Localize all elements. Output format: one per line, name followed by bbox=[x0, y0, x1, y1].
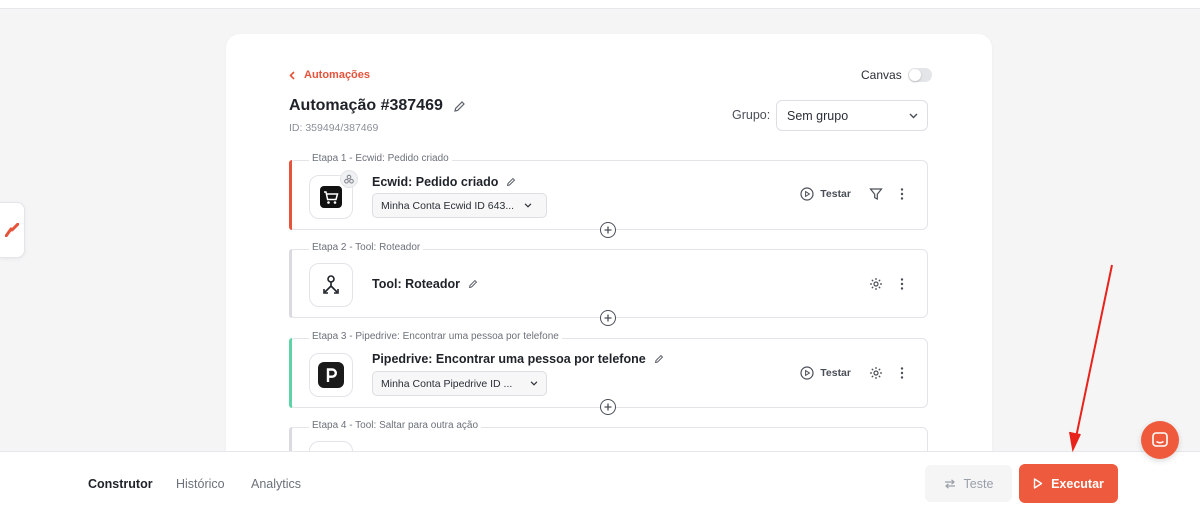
tab-historico[interactable]: Histórico bbox=[176, 477, 225, 491]
step-accent-bar bbox=[289, 160, 292, 230]
more-vertical-icon[interactable] bbox=[895, 187, 909, 201]
canvas-toggle-group: Canvas bbox=[861, 68, 932, 82]
pencil-icon[interactable] bbox=[468, 279, 478, 289]
side-panel-tab[interactable] bbox=[0, 202, 25, 258]
run-button[interactable]: Executar bbox=[1019, 464, 1118, 503]
back-to-automations-link[interactable]: Automações bbox=[289, 69, 370, 81]
test-step-button[interactable]: Testar bbox=[800, 187, 851, 201]
swap-arrows-icon bbox=[944, 478, 955, 489]
step-accent-bar bbox=[289, 249, 292, 318]
pencil-icon[interactable] bbox=[506, 177, 516, 187]
page-title: Automação #387469 bbox=[289, 97, 443, 114]
chevron-down-icon bbox=[524, 203, 532, 208]
group-select[interactable]: Sem grupo bbox=[776, 100, 928, 131]
plus-icon bbox=[604, 226, 612, 234]
account-select[interactable]: Minha Conta Pipedrive ID ... bbox=[372, 371, 547, 396]
pipedrive-logo-icon bbox=[318, 362, 344, 388]
step-name: Ecwid: Pedido criado bbox=[372, 175, 499, 189]
step-actions: Testar bbox=[800, 187, 909, 201]
filter-icon[interactable] bbox=[869, 187, 883, 201]
step-name: Pipedrive: Encontrar uma pessoa por tele… bbox=[372, 352, 646, 366]
step-actions bbox=[869, 277, 909, 291]
automation-id: ID: 359494/387469 bbox=[289, 122, 379, 134]
step-card-2[interactable]: Tool: Roteador bbox=[289, 249, 928, 318]
step-name-row: Tool: Roteador bbox=[372, 277, 478, 291]
test-step-label: Testar bbox=[820, 367, 851, 379]
tab-construtor[interactable]: Construtor bbox=[88, 477, 153, 491]
account-select-value: Minha Conta Ecwid ID 643... bbox=[381, 199, 515, 212]
gear-icon[interactable] bbox=[869, 366, 883, 380]
step-accent-bar bbox=[289, 338, 292, 408]
account-select[interactable]: Minha Conta Ecwid ID 643... bbox=[372, 193, 547, 218]
run-button-label: Executar bbox=[1051, 476, 1104, 491]
play-circle-icon bbox=[800, 366, 814, 380]
group-label: Grupo: bbox=[732, 108, 771, 122]
step-label-3: Etapa 3 - Pipedrive: Encontrar uma pesso… bbox=[309, 331, 562, 342]
router-app-icon bbox=[309, 263, 353, 307]
more-vertical-icon[interactable] bbox=[895, 277, 909, 291]
step-card-3[interactable]: Pipedrive: Encontrar uma pessoa por tele… bbox=[289, 338, 928, 408]
canvas-label: Canvas bbox=[861, 68, 902, 82]
back-link-label: Automações bbox=[304, 69, 371, 81]
group-select-value: Sem grupo bbox=[787, 108, 849, 123]
router-icon bbox=[323, 275, 339, 294]
step-label-2: Etapa 2 - Tool: Roteador bbox=[309, 242, 424, 253]
chat-support-button[interactable] bbox=[1141, 421, 1179, 459]
step-name-row: Ecwid: Pedido criado bbox=[372, 175, 516, 189]
top-bar bbox=[0, 0, 1200, 9]
tab-analytics[interactable]: Analytics bbox=[251, 477, 301, 491]
chat-icon bbox=[1152, 432, 1168, 447]
pencil-icon[interactable] bbox=[453, 100, 466, 113]
ecwid-app-icon bbox=[309, 170, 358, 219]
add-step-button[interactable] bbox=[600, 222, 616, 238]
play-icon bbox=[1033, 478, 1043, 489]
canvas-toggle[interactable] bbox=[907, 68, 932, 82]
test-step-button[interactable]: Testar bbox=[800, 366, 851, 380]
trigger-badge bbox=[340, 170, 358, 188]
test-button[interactable]: Teste bbox=[925, 465, 1012, 502]
page-title-row: Automação #387469 bbox=[289, 97, 466, 115]
shopping-cart-icon bbox=[320, 186, 342, 208]
test-step-label: Testar bbox=[820, 188, 851, 200]
chevron-down-icon bbox=[530, 381, 538, 386]
chevron-left-icon bbox=[289, 70, 295, 80]
pencil-icon[interactable] bbox=[654, 354, 664, 364]
plus-icon bbox=[604, 314, 612, 322]
test-button-label: Teste bbox=[963, 476, 994, 491]
add-step-button[interactable] bbox=[600, 310, 616, 326]
pipedrive-app-icon bbox=[309, 353, 353, 397]
step-actions: Testar bbox=[800, 366, 909, 380]
gear-icon[interactable] bbox=[869, 277, 883, 291]
step-label-1: Etapa 1 - Ecwid: Pedido criado bbox=[309, 153, 452, 164]
chevron-down-icon bbox=[909, 113, 918, 118]
webhook-icon bbox=[344, 174, 354, 184]
brand-logo-icon bbox=[5, 223, 19, 237]
step-card-1[interactable]: Ecwid: Pedido criado Minha Conta Ecwid I… bbox=[289, 160, 928, 230]
play-circle-icon bbox=[800, 187, 814, 201]
bottom-toolbar: Construtor Histórico Analytics Teste Exe… bbox=[0, 451, 1200, 510]
step-name: Tool: Roteador bbox=[372, 277, 460, 291]
add-step-button[interactable] bbox=[600, 399, 616, 415]
account-select-value: Minha Conta Pipedrive ID ... bbox=[381, 377, 513, 390]
step-label-4: Etapa 4 - Tool: Saltar para outra ação bbox=[309, 420, 482, 431]
plus-icon bbox=[604, 403, 612, 411]
step-name-row: Pipedrive: Encontrar uma pessoa por tele… bbox=[372, 352, 664, 366]
more-vertical-icon[interactable] bbox=[895, 366, 909, 380]
